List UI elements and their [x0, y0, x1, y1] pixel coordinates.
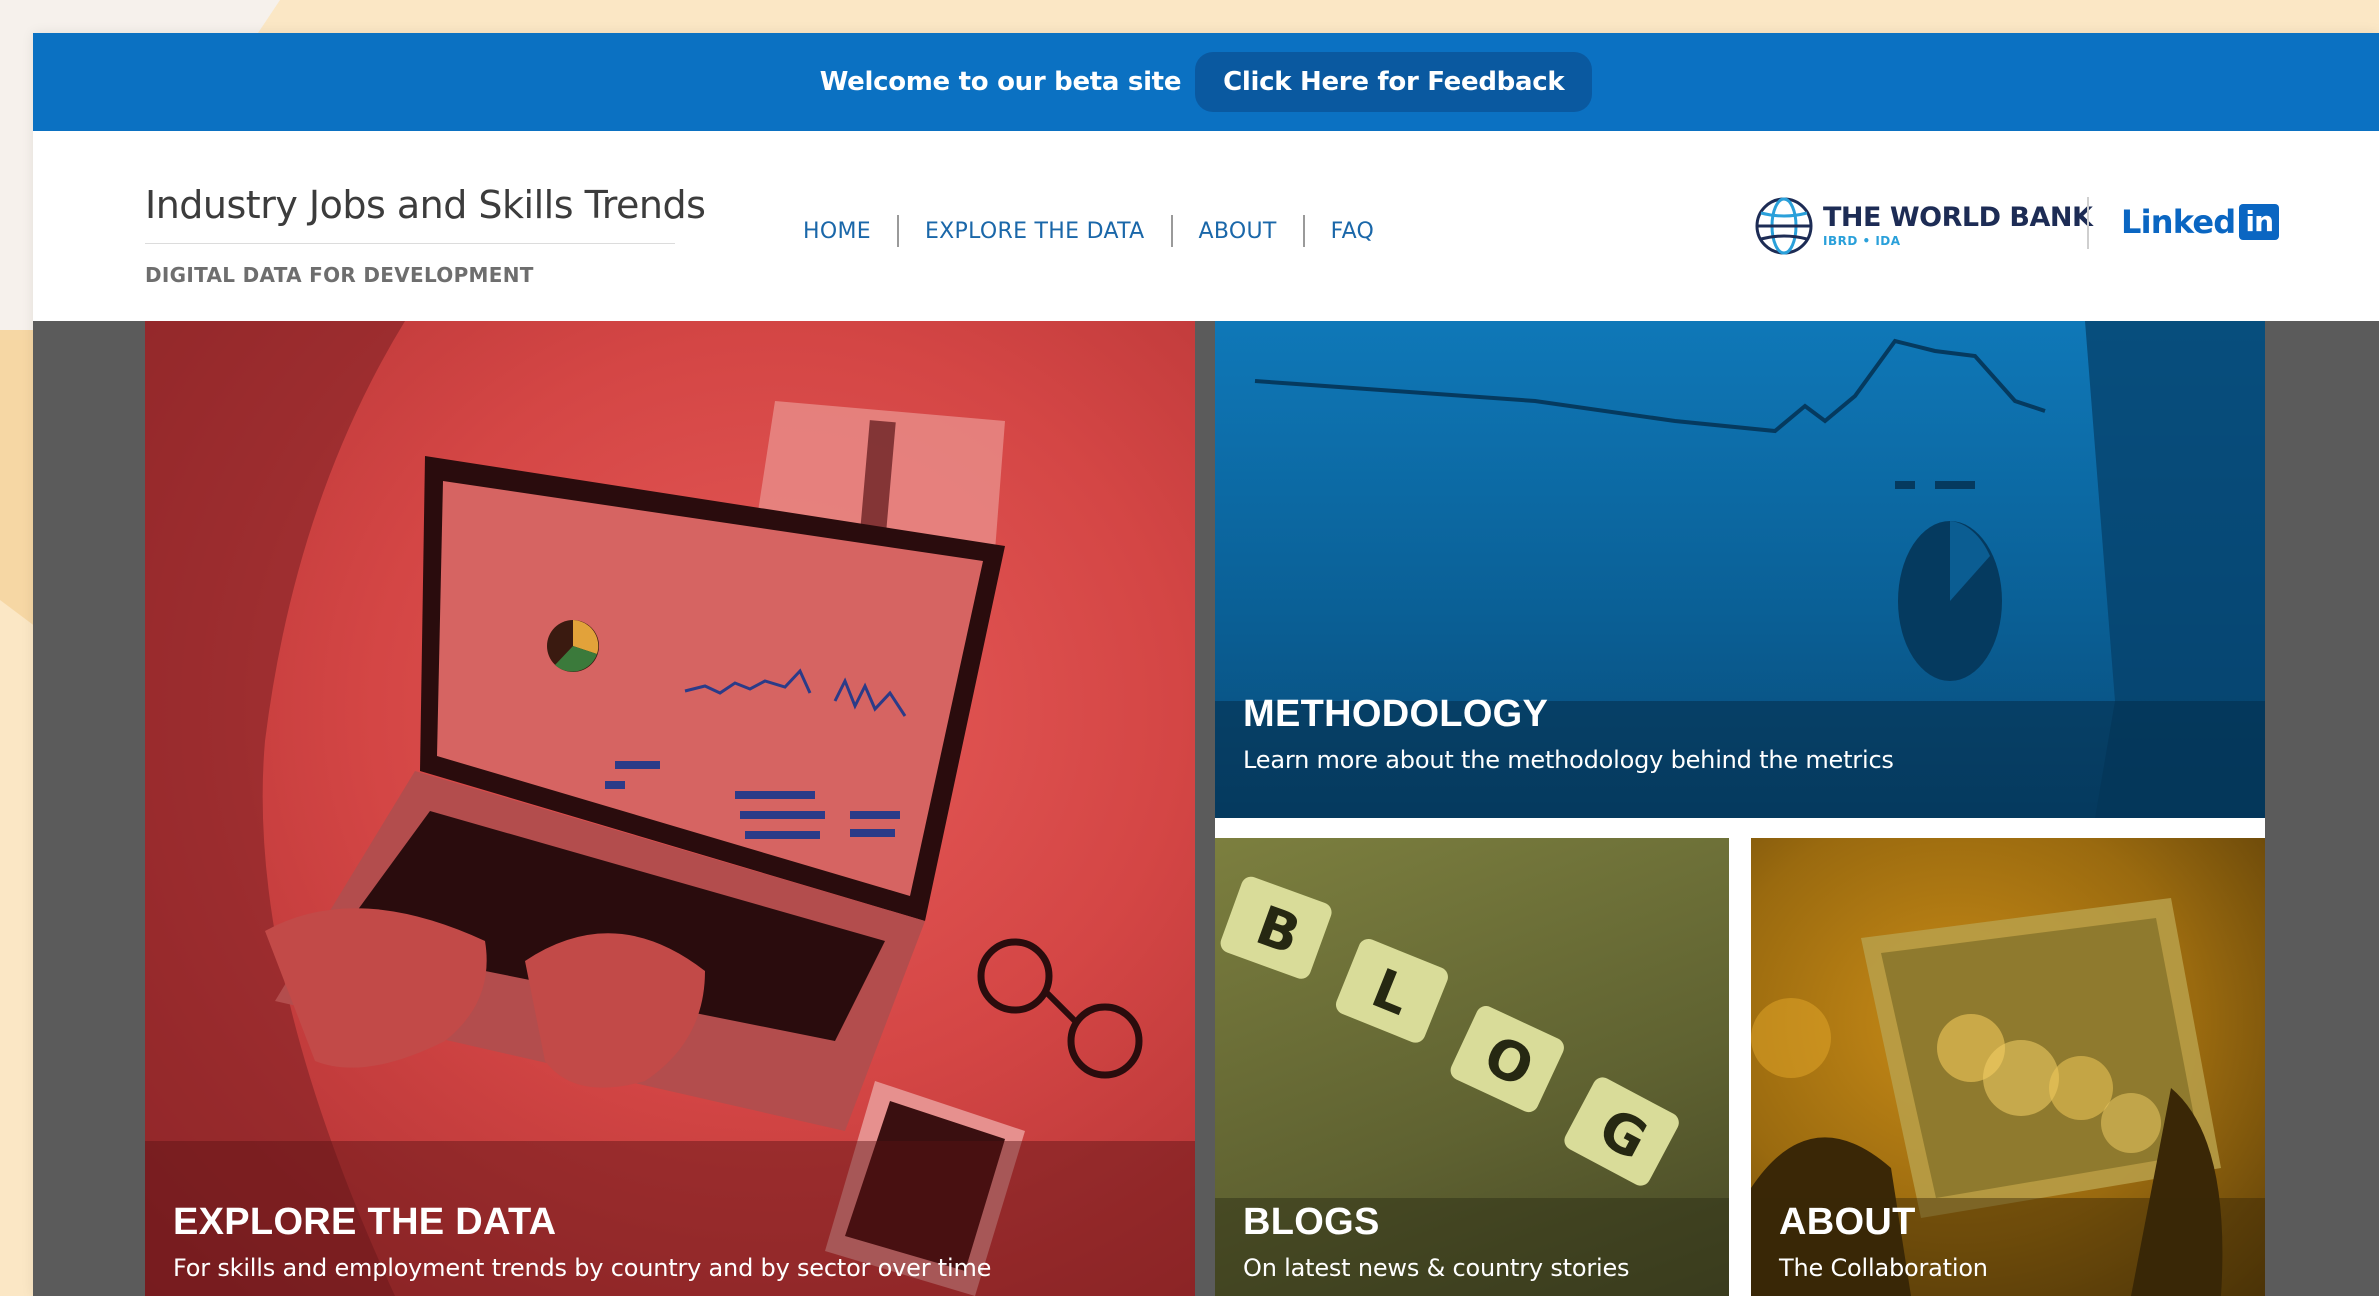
about-tile-description: The Collaboration	[1779, 1254, 1988, 1282]
methodology-tile[interactable]: METHODOLOGY Learn more about the methodo…	[1215, 321, 2265, 818]
page: Welcome to our beta site Click Here for …	[33, 33, 2379, 1296]
tiles-area: EXPLORE THE DATA For skills and employme…	[33, 321, 2379, 1296]
about-tile[interactable]: ABOUT The Collaboration	[1751, 838, 2265, 1296]
laptop-image	[145, 321, 1195, 1296]
world-bank-name: THE WORLD BANK	[1823, 202, 2093, 233]
site-subtitle: DIGITAL DATA FOR DEVELOPMENT	[145, 263, 534, 287]
beta-welcome-text: Welcome to our beta site	[819, 67, 1182, 97]
feedback-button[interactable]: Click Here for Feedback	[1195, 52, 1593, 112]
blogs-tile-title: BLOGS	[1243, 1201, 1380, 1243]
linkedin-word: Linked	[2121, 203, 2236, 241]
title-divider	[145, 243, 675, 244]
monitor-chart-image	[1215, 321, 2265, 818]
blogs-tile[interactable]: B L O G BLOGS On latest news & country s…	[1215, 838, 1729, 1296]
nav-about[interactable]: ABOUT	[1173, 219, 1303, 244]
nav-home[interactable]: HOME	[803, 219, 897, 244]
main-nav: HOME EXPLORE THE DATA ABOUT FAQ	[803, 215, 1400, 247]
globe-icon	[1755, 197, 1813, 255]
nav-explore-the-data[interactable]: EXPLORE THE DATA	[899, 219, 1171, 244]
methodology-tile-description: Learn more about the methodology behind …	[1243, 746, 1894, 774]
world-bank-subtitle: IBRD • IDA	[1823, 234, 1901, 248]
linkedin-icon: in	[2239, 204, 2280, 240]
logo-separator	[2087, 197, 2089, 249]
tile-divider	[1215, 818, 2265, 838]
explore-tile-title: EXPLORE THE DATA	[173, 1201, 557, 1243]
site-title[interactable]: Industry Jobs and Skills Trends	[145, 183, 706, 227]
explore-data-tile[interactable]: EXPLORE THE DATA For skills and employme…	[145, 321, 1195, 1296]
world-bank-logo[interactable]: THE WORLD BANK IBRD • IDA	[1753, 195, 2093, 257]
site-header: Industry Jobs and Skills Trends DIGITAL …	[33, 131, 2379, 321]
linkedin-logo[interactable]: Linked in	[2121, 203, 2280, 241]
blogs-tile-description: On latest news & country stories	[1243, 1254, 1630, 1282]
beta-banner: Welcome to our beta site Click Here for …	[33, 33, 2379, 131]
explore-tile-description: For skills and employment trends by coun…	[173, 1254, 992, 1282]
nav-faq[interactable]: FAQ	[1305, 219, 1401, 244]
tile-divider	[1729, 838, 1751, 1296]
methodology-tile-title: METHODOLOGY	[1243, 693, 1549, 735]
about-tile-title: ABOUT	[1779, 1201, 1916, 1243]
